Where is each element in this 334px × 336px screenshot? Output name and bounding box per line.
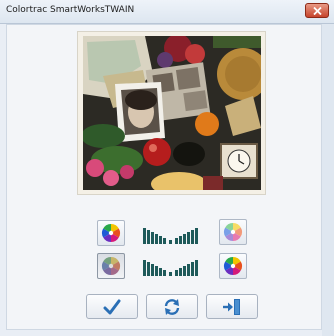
accept-button[interactable] xyxy=(86,294,138,319)
color-saturation-button[interactable] xyxy=(97,253,125,279)
tone-curve-icon[interactable] xyxy=(143,226,199,244)
color-hue-button[interactable] xyxy=(219,253,247,279)
scanned-photo-collage xyxy=(83,36,261,190)
color-tint-button[interactable] xyxy=(219,219,247,245)
color-wheel-icon xyxy=(101,224,121,242)
close-icon xyxy=(313,7,322,15)
refresh-icon xyxy=(164,299,180,315)
color-wheel-dim-icon xyxy=(101,257,121,275)
checkmark-icon xyxy=(103,299,121,315)
tone-curve-icon[interactable] xyxy=(143,258,199,276)
refresh-button[interactable] xyxy=(146,294,198,319)
exit-button[interactable] xyxy=(206,294,258,319)
title-bar: Colortrac SmartWorksTWAIN xyxy=(0,0,334,24)
color-wheel-icon xyxy=(223,257,243,275)
scan-preview[interactable] xyxy=(77,31,266,195)
close-button[interactable] xyxy=(305,3,329,18)
window-title: Colortrac SmartWorksTWAIN xyxy=(6,5,135,15)
color-balance-button[interactable] xyxy=(97,220,125,246)
window-right-border xyxy=(322,24,334,336)
color-wheel-light-icon xyxy=(223,223,243,241)
exit-door-icon xyxy=(223,299,240,315)
